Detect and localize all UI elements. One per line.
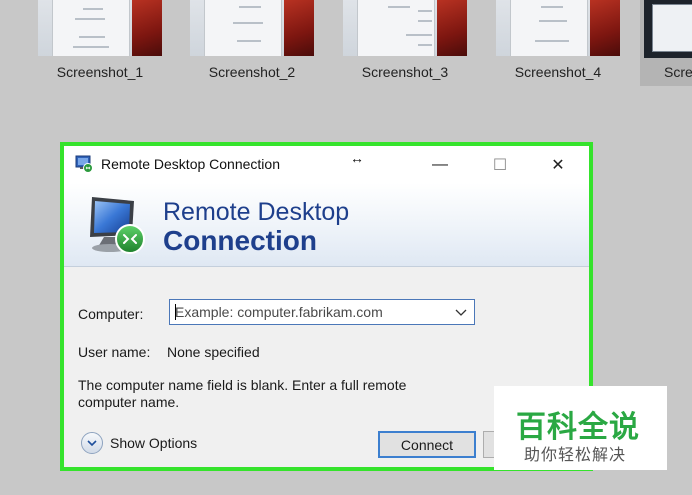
minimize-icon: — [432,155,448,173]
computer-input[interactable] [175,300,445,324]
close-icon: ✕ [551,156,565,174]
banner-title-line2: Connection [163,225,317,256]
minimize-button[interactable]: — [416,146,464,183]
watermark-title: 百科全说 [516,411,640,444]
thumbnail-screenshot-2[interactable]: Screenshot_2 [190,0,314,88]
thumbnail-image [496,0,620,56]
thumbnail-label: Screenshot_2 [208,64,296,80]
thumbnail-image [190,0,314,56]
thumbnail-image [644,0,692,58]
close-button[interactable]: ✕ [534,146,582,183]
show-options-label: Show Options [110,435,198,451]
computer-label: Computer: [78,306,144,322]
connect-button[interactable]: Connect [378,431,476,458]
thumbnail-label: Scre [664,64,692,80]
thumbnail-label: Screenshot_1 [56,64,144,80]
remote-desktop-app-icon [75,155,93,173]
thumbnail-screenshot-1[interactable]: Screenshot_1 [38,0,162,88]
status-message: The computer name field is blank. Enter … [78,377,407,410]
expand-chevron-icon [81,432,103,454]
thumbnail-image [38,0,162,56]
dialog-banner: Remote Desktop Connection [64,183,589,267]
thumbnail-label: Screenshot_3 [361,64,449,80]
username-label: User name: [78,344,151,360]
thumbnail-screenshot-4[interactable]: Screenshot_4 [496,0,620,88]
maximize-icon: ☐ [492,156,508,174]
watermark-logo: 百科全说 助你轻松解决 [494,386,667,470]
maximize-button[interactable]: ☐ [476,146,524,183]
thumbnail-image [343,0,467,56]
window-title: Remote Desktop Connection [101,156,280,172]
title-bar[interactable]: Remote Desktop Connection ↔ — ☐ ✕ [64,146,589,183]
show-options-toggle[interactable]: Show Options [81,432,197,454]
resize-cursor-icon: ↔ [350,150,364,166]
banner-title-line1: Remote Desktop [163,198,350,226]
thumbnail-screenshot-3[interactable]: Screenshot_3 [343,0,467,88]
thumbnail-label: Screenshot_4 [514,64,602,80]
chevron-down-icon[interactable] [453,304,469,320]
thumbnail-screenshot-5[interactable]: Scre [640,0,692,86]
computer-combobox[interactable] [169,299,475,325]
remote-desktop-monitor-icon [90,197,145,254]
username-value: None specified [167,344,260,360]
watermark-subtitle: 助你轻松解决 [524,447,627,464]
